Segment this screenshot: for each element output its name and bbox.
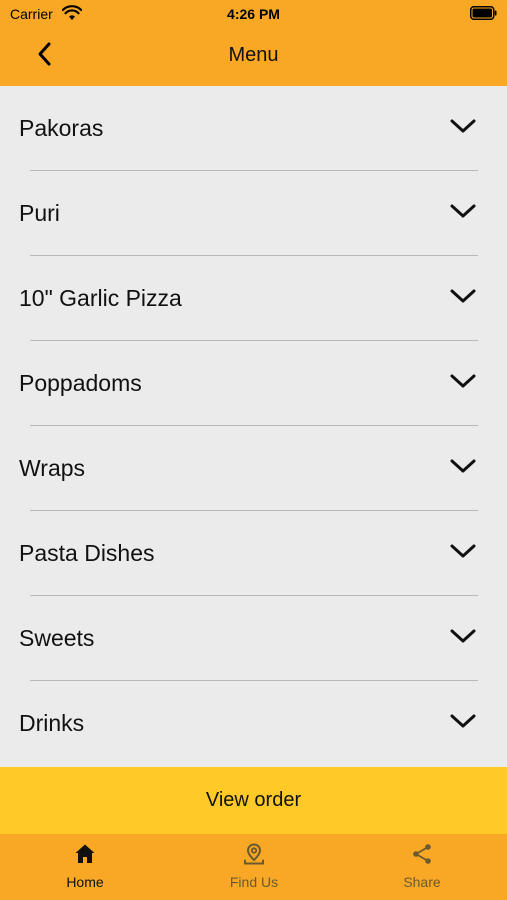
tab-find-us[interactable]: Find Us bbox=[194, 842, 314, 890]
chevron-down-icon bbox=[450, 119, 476, 133]
menu-category-label: Sweets bbox=[19, 625, 95, 651]
menu-category-row[interactable]: Drinks bbox=[0, 681, 507, 766]
tab-label: Share bbox=[403, 874, 441, 890]
menu-category-label: Puri bbox=[19, 200, 60, 226]
chevron-down-icon bbox=[450, 544, 476, 558]
status-bar: Carrier 4:26 PM bbox=[0, 0, 507, 30]
share-icon bbox=[413, 844, 431, 864]
chevron-down-icon bbox=[450, 629, 476, 643]
tab-label: Home bbox=[66, 874, 104, 890]
map-pin-icon bbox=[244, 843, 264, 865]
header: Carrier 4:26 PM Menu bbox=[0, 0, 507, 86]
view-order-button[interactable]: View order bbox=[0, 767, 507, 834]
menu-category-row[interactable]: 10" Garlic Pizza bbox=[0, 256, 507, 341]
chevron-down-icon bbox=[450, 204, 476, 218]
home-icon bbox=[75, 844, 95, 863]
menu-category-row[interactable]: Pasta Dishes bbox=[0, 511, 507, 596]
chevron-down-icon bbox=[450, 374, 476, 388]
tab-home[interactable]: Home bbox=[25, 842, 145, 890]
chevron-down-icon bbox=[450, 459, 476, 473]
menu-category-row[interactable]: Pakoras bbox=[0, 86, 507, 171]
menu-category-row[interactable]: Puri bbox=[0, 171, 507, 256]
menu-category-row[interactable]: Wraps bbox=[0, 426, 507, 511]
battery-icon bbox=[470, 6, 497, 20]
menu-category-row[interactable]: Sweets bbox=[0, 596, 507, 681]
tab-share[interactable]: Share bbox=[362, 842, 482, 890]
tab-bar: Home Find Us Share bbox=[0, 834, 507, 900]
menu-category-row[interactable]: Poppadoms bbox=[0, 341, 507, 426]
page-title: Menu bbox=[228, 44, 279, 66]
chevron-down-icon bbox=[450, 714, 476, 728]
tab-label: Find Us bbox=[229, 874, 279, 890]
menu-category-label: Drinks bbox=[19, 710, 85, 736]
menu-category-label: Pasta Dishes bbox=[19, 540, 155, 566]
menu-category-label: Wraps bbox=[19, 455, 86, 481]
menu-category-label: Poppadoms bbox=[19, 370, 142, 396]
menu-category-label: Pakoras bbox=[19, 115, 104, 141]
navigation-bar: Menu bbox=[0, 30, 507, 86]
clock: 4:26 PM bbox=[227, 6, 280, 22]
chevron-down-icon bbox=[450, 289, 476, 303]
menu-category-label: 10" Garlic Pizza bbox=[19, 285, 182, 311]
menu-category-list: Pakoras Puri 10" Garlic Pizza Poppadoms … bbox=[0, 86, 507, 767]
